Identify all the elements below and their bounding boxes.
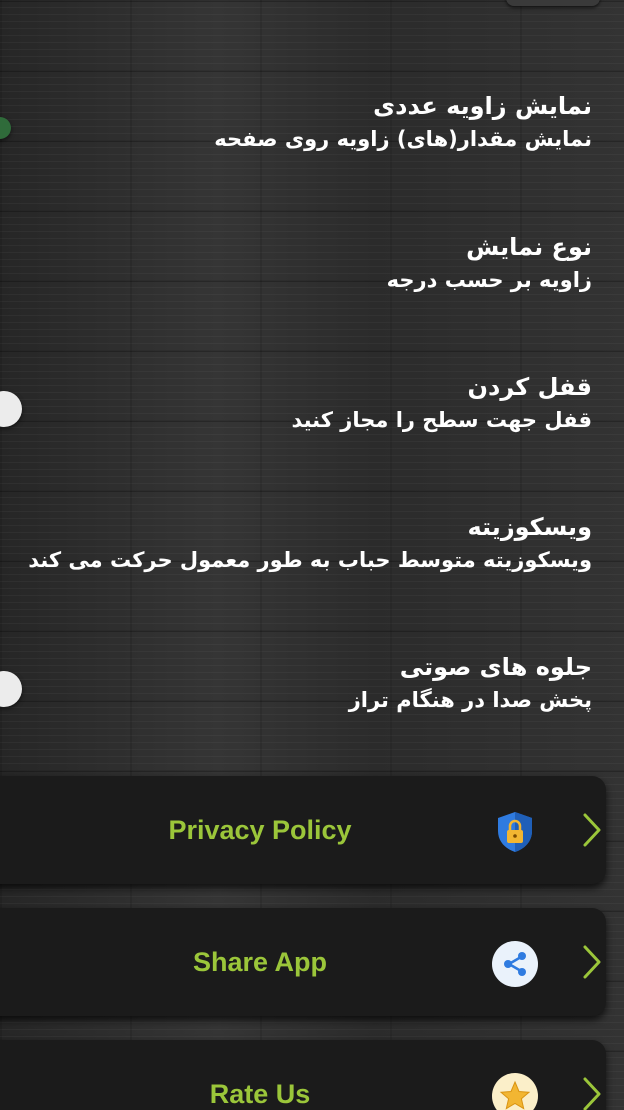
rate-us-button[interactable]: Rate Us: [0, 1040, 606, 1110]
lock-toggle[interactable]: [0, 391, 22, 427]
setting-viscosity[interactable]: ویسکوزیته ویسکوزیته متوسط حباب به طور مع…: [28, 510, 592, 576]
share-app-label: Share App: [192, 947, 328, 977]
setting-title: نمایش زاویه عددی: [373, 92, 592, 120]
setting-subtitle: زاویه بر حسب درجه: [386, 268, 592, 292]
chevron-right-icon: [583, 813, 601, 847]
setting-angle-display[interactable]: نمایش زاویه عددی نمایش مقدار(های) زاویه …: [214, 89, 592, 155]
setting-lock[interactable]: قفل کردن قفل جهت سطح را مجاز کنید: [291, 370, 592, 436]
top-tab-handle: [506, 0, 600, 6]
chevron-right-icon: [583, 1077, 601, 1110]
setting-subtitle: قفل جهت سطح را مجاز کنید: [291, 408, 592, 432]
setting-subtitle: نمایش مقدار(های) زاویه روی صفحه: [214, 127, 592, 151]
setting-subtitle: پخش صدا در هنگام تراز: [348, 688, 592, 712]
star-icon: [492, 1073, 538, 1110]
setting-title: قفل کردن: [467, 373, 592, 401]
share-icon: [492, 941, 538, 987]
privacy-policy-label: Privacy Policy: [168, 815, 352, 845]
setting-title: ویسکوزیته: [467, 513, 592, 541]
angle-display-toggle[interactable]: [0, 117, 11, 139]
shield-lock-icon: [498, 812, 532, 852]
setting-sound-effects[interactable]: جلوه های صوتی پخش صدا در هنگام تراز: [349, 650, 592, 716]
share-app-button[interactable]: Share App: [0, 908, 606, 1016]
setting-title: جلوه های صوتی: [399, 653, 592, 681]
setting-display-type[interactable]: نوع نمایش زاویه بر حسب درجه: [387, 230, 592, 296]
sound-effects-toggle[interactable]: [0, 671, 22, 707]
privacy-policy-button[interactable]: Privacy Policy: [0, 776, 606, 884]
chevron-right-icon: [583, 945, 601, 979]
setting-subtitle: ویسکوزیته متوسط حباب به طور معمول حرکت م…: [28, 548, 592, 572]
rate-us-label: Rate Us: [209, 1079, 311, 1109]
setting-title: نوع نمایش: [466, 233, 592, 261]
